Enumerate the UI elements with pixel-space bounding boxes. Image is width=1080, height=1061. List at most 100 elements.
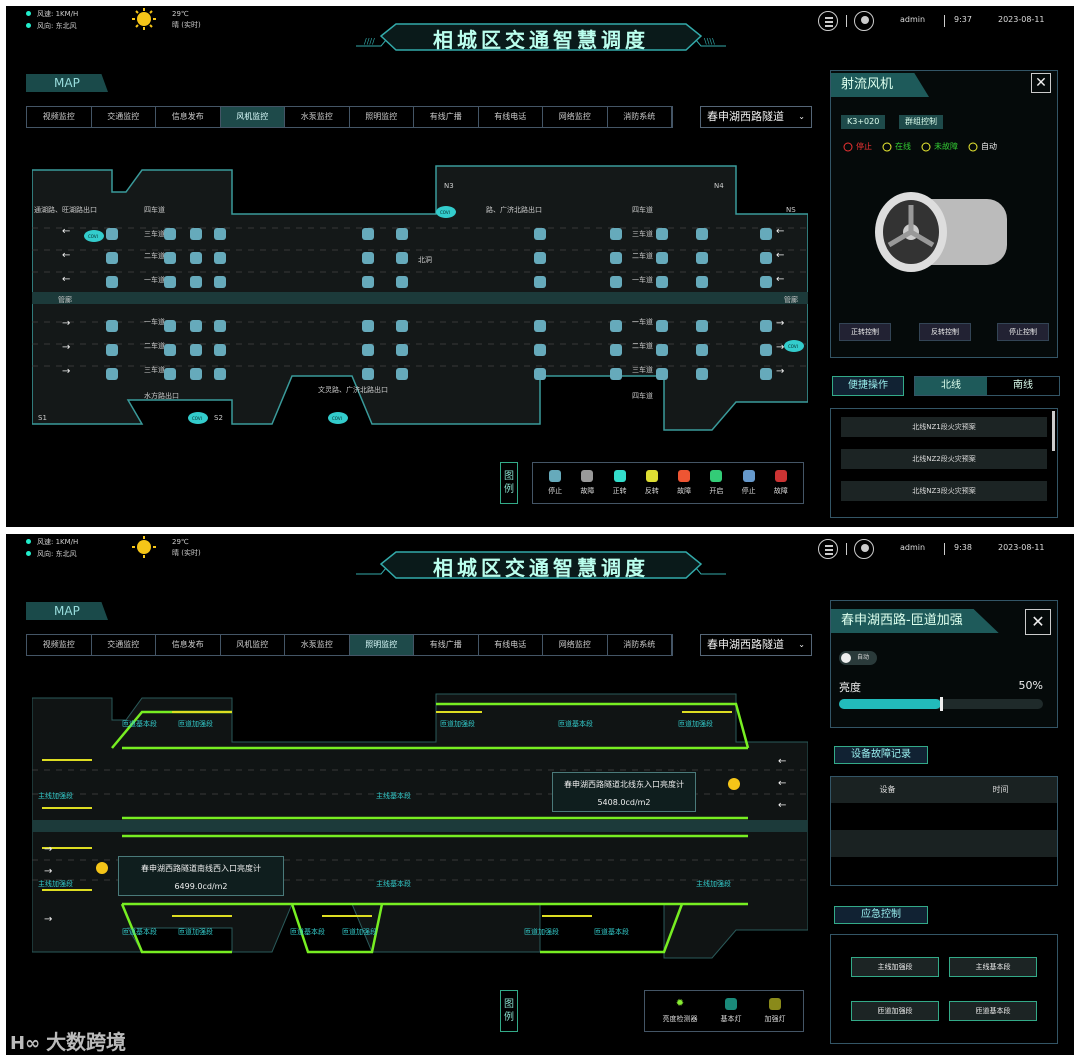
tab-network[interactable]: 网络监控 (543, 107, 608, 127)
fan-icon[interactable] (760, 252, 772, 264)
main-base-button[interactable]: 主线基本段 (949, 957, 1037, 977)
fan-icon[interactable] (362, 368, 374, 380)
tab-broadcast[interactable]: 有线广播 (414, 635, 479, 655)
fan-icon[interactable] (760, 320, 772, 332)
fan-icon[interactable] (362, 228, 374, 240)
fan-icon[interactable] (190, 252, 202, 264)
fan-icon[interactable] (362, 344, 374, 356)
tab-video[interactable]: 视频监控 (27, 635, 92, 655)
user-icon[interactable] (854, 11, 874, 31)
fan-icon[interactable] (106, 276, 118, 288)
fan-icon[interactable] (396, 368, 408, 380)
plan-item[interactable]: 北线NZ3段火灾预案 (841, 481, 1047, 501)
tab-video[interactable]: 视频监控 (27, 107, 92, 127)
fan-icon[interactable] (164, 276, 176, 288)
menu-icon[interactable] (818, 11, 838, 31)
stop-control-button[interactable]: 停止控制 (997, 323, 1049, 341)
tab-info[interactable]: 信息发布 (156, 635, 221, 655)
tab-pump[interactable]: 水泵监控 (285, 107, 350, 127)
plan-item[interactable]: 北线NZ1段火灾预案 (841, 417, 1047, 437)
tab-north-line[interactable]: 北线 (915, 377, 987, 395)
fan-icon[interactable] (396, 228, 408, 240)
fan-icon[interactable] (164, 228, 176, 240)
fan-icon[interactable] (534, 344, 546, 356)
fan-icon[interactable] (164, 320, 176, 332)
brightness-slider[interactable] (839, 697, 1043, 711)
fan-icon[interactable] (396, 276, 408, 288)
tab-info[interactable]: 信息发布 (156, 107, 221, 127)
tunnel-select[interactable]: 春申湖西路隧道 ⌄ (700, 634, 812, 656)
luminance-meter-east[interactable]: 春申湖西路隧道北线东入口亮度计 5408.0cd/m2 (552, 772, 696, 812)
fan-icon[interactable] (214, 368, 226, 380)
fan-icon[interactable] (190, 276, 202, 288)
scrollbar[interactable] (1052, 411, 1055, 451)
fan-icon[interactable] (214, 320, 226, 332)
user-icon[interactable] (854, 539, 874, 559)
auto-toggle[interactable]: 自动 (839, 651, 877, 665)
fan-icon[interactable] (164, 252, 176, 264)
group-control-button[interactable]: 群组控制 (899, 115, 943, 129)
fan-icon[interactable] (760, 344, 772, 356)
fan-icon[interactable] (214, 252, 226, 264)
fan-icon[interactable] (696, 320, 708, 332)
fan-icon[interactable] (760, 368, 772, 380)
reverse-control-button[interactable]: 反转控制 (919, 323, 971, 341)
tab-phone[interactable]: 有线电话 (479, 635, 543, 655)
tab-traffic[interactable]: 交通监控 (92, 635, 156, 655)
main-enhanced-button[interactable]: 主线加强段 (851, 957, 939, 977)
tab-fan[interactable]: 风机监控 (220, 107, 285, 127)
slider-knob[interactable] (940, 697, 943, 711)
fan-icon[interactable] (106, 368, 118, 380)
fan-icon[interactable] (696, 252, 708, 264)
fan-icon[interactable] (214, 276, 226, 288)
tunnel-select[interactable]: 春申湖西路隧道 ⌄ (700, 106, 812, 128)
fan-icon[interactable] (696, 276, 708, 288)
fan-icon[interactable] (106, 252, 118, 264)
fan-icon[interactable] (396, 344, 408, 356)
tab-fan[interactable]: 风机监控 (221, 635, 285, 655)
tab-lighting[interactable]: 照明监控 (350, 107, 414, 127)
fan-icon[interactable] (190, 228, 202, 240)
fan-icon[interactable] (190, 344, 202, 356)
tab-south-line[interactable]: 南线 (987, 377, 1059, 395)
fan-icon[interactable] (164, 368, 176, 380)
fan-icon[interactable] (106, 344, 118, 356)
fan-icon[interactable] (164, 344, 176, 356)
fan-icon[interactable] (214, 344, 226, 356)
tab-phone[interactable]: 有线电话 (479, 107, 543, 127)
fan-icon[interactable] (760, 228, 772, 240)
fan-icon[interactable] (656, 276, 668, 288)
luminance-meter-west[interactable]: 春申湖西路隧道南线西入口亮度计 6499.0cd/m2 (118, 856, 284, 896)
tab-fire[interactable]: 消防系统 (608, 107, 672, 127)
fan-icon[interactable] (610, 276, 622, 288)
tab-network[interactable]: 网络监控 (543, 635, 608, 655)
fan-icon[interactable] (610, 228, 622, 240)
fan-icon[interactable] (656, 368, 668, 380)
menu-icon[interactable] (818, 539, 838, 559)
ramp-enhanced-button[interactable]: 匝道加强段 (851, 1001, 939, 1021)
close-icon[interactable]: ✕ (1031, 73, 1051, 93)
tab-traffic[interactable]: 交通监控 (92, 107, 156, 127)
tab-lighting[interactable]: 照明监控 (349, 635, 414, 655)
fan-icon[interactable] (610, 344, 622, 356)
fan-icon[interactable] (656, 320, 668, 332)
plan-item[interactable]: 北线NZ2段火灾预案 (841, 449, 1047, 469)
fan-icon[interactable] (362, 320, 374, 332)
fan-icon[interactable] (534, 320, 546, 332)
forward-control-button[interactable]: 正转控制 (839, 323, 891, 341)
fan-icon[interactable] (696, 368, 708, 380)
fan-icon[interactable] (656, 252, 668, 264)
fan-icon[interactable] (610, 368, 622, 380)
fan-icon[interactable] (696, 228, 708, 240)
tab-fire[interactable]: 消防系统 (608, 635, 672, 655)
close-icon[interactable]: ✕ (1025, 609, 1051, 635)
fan-icon[interactable] (534, 276, 546, 288)
fan-icon[interactable] (106, 320, 118, 332)
ramp-base-button[interactable]: 匝道基本段 (949, 1001, 1037, 1021)
fan-icon[interactable] (610, 320, 622, 332)
fan-icon[interactable] (190, 368, 202, 380)
fan-icon[interactable] (656, 344, 668, 356)
fan-icon[interactable] (534, 228, 546, 240)
fan-icon[interactable] (610, 252, 622, 264)
fan-icon[interactable] (396, 320, 408, 332)
